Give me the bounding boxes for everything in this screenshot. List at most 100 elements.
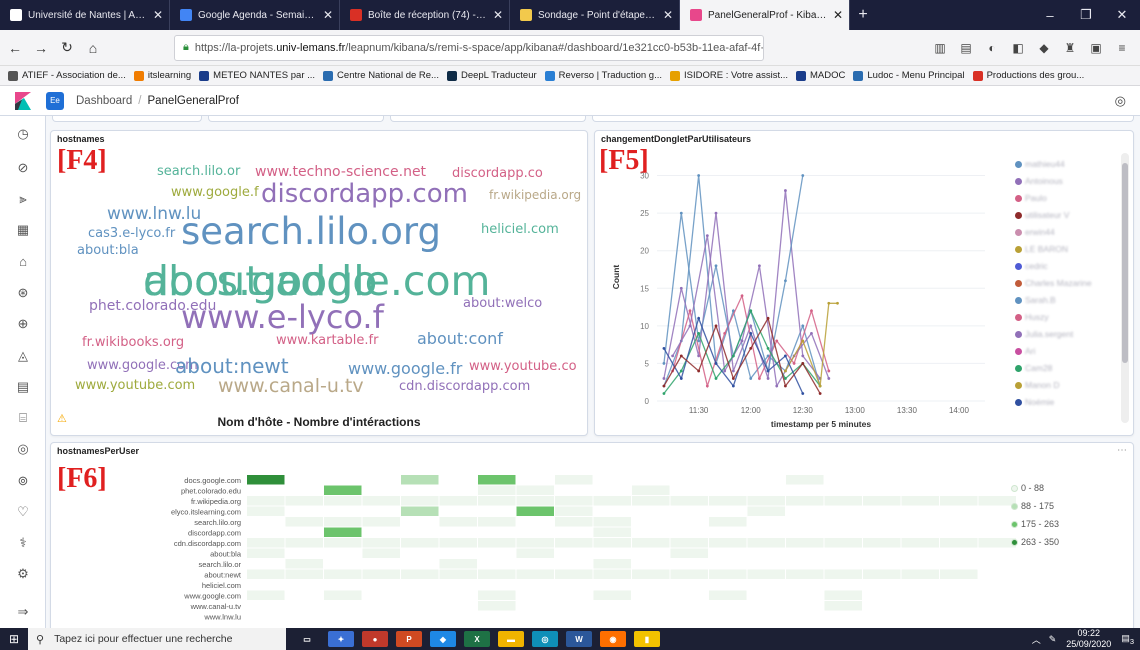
- heatmap-legend-item[interactable]: 88 - 175: [1011, 501, 1054, 511]
- taskbar-app-icon[interactable]: ◎: [532, 631, 558, 647]
- heatmap-legend-item[interactable]: 263 - 350: [1011, 537, 1059, 547]
- tab-close-icon[interactable]: ✕: [153, 8, 163, 22]
- legend-item[interactable]: Manon D: [1015, 380, 1060, 390]
- canvas-icon[interactable]: ⌂: [13, 251, 33, 271]
- container-icon[interactable]: ◆: [1034, 38, 1054, 58]
- management-icon[interactable]: ⚙: [13, 564, 33, 584]
- word-cloud-term[interactable]: about:bla: [77, 244, 139, 257]
- word-cloud-term[interactable]: about:welco: [463, 297, 542, 310]
- word-cloud-term[interactable]: heliciel.com: [481, 223, 559, 236]
- menu-icon[interactable]: ≡: [1112, 38, 1132, 58]
- tab-close-icon[interactable]: ✕: [663, 8, 673, 22]
- legend-item[interactable]: cedric: [1015, 261, 1048, 271]
- legend-item[interactable]: LE BARON: [1015, 244, 1068, 254]
- tab-close-icon[interactable]: ✕: [323, 8, 333, 22]
- word-cloud-term[interactable]: www.youtube.co: [469, 360, 577, 373]
- extension-icon[interactable]: ◐: [982, 38, 1002, 58]
- forward-button[interactable]: →: [30, 37, 52, 59]
- reader-icon[interactable]: ▤: [956, 38, 976, 58]
- library-icon[interactable]: ▥: [930, 38, 950, 58]
- legend-item[interactable]: utilisateur V: [1015, 210, 1069, 220]
- taskbar-app-icon[interactable]: P: [396, 631, 422, 647]
- word-cloud-term[interactable]: www.google.fr: [348, 361, 462, 377]
- bookmark-item[interactable]: itslearning: [133, 70, 191, 81]
- infra-icon[interactable]: ◬: [13, 346, 33, 366]
- panel-options-icon[interactable]: ⋯: [1117, 445, 1127, 456]
- tab-close-icon[interactable]: ✕: [833, 8, 843, 22]
- word-cloud-term[interactable]: search.lilo.or: [157, 165, 240, 178]
- clock-icon[interactable]: ◷: [13, 124, 33, 144]
- url-bar[interactable]: 🔒︎ https://la-projets. univ-lemans.fr/lea…: [174, 34, 764, 61]
- taskbar-app-icon[interactable]: X: [464, 631, 490, 647]
- legend-item[interactable]: Huszy: [1015, 312, 1049, 322]
- legend-item[interactable]: Julia.sergent: [1015, 329, 1073, 339]
- word-cloud-term[interactable]: search.lilo.org: [181, 213, 441, 250]
- word-cloud-term[interactable]: www.google.f: [171, 186, 259, 199]
- maps-icon[interactable]: ⊛: [13, 283, 33, 303]
- user-icon[interactable]: ♜: [1060, 38, 1080, 58]
- taskbar-search[interactable]: ⚲ Tapez ici pour effectuer une recherche: [28, 628, 286, 650]
- devtools-icon[interactable]: ♡: [13, 502, 33, 522]
- url-actions[interactable]: ··· ♥ ☆: [760, 41, 763, 54]
- browser-tab[interactable]: PanelGeneralProf - Kibana ✕: [680, 0, 850, 30]
- visualize-icon[interactable]: ⫸: [13, 189, 33, 209]
- word-cloud-term[interactable]: fr.wikipedia.org: [489, 189, 581, 201]
- browser-tab[interactable]: Université de Nantes | Accueil ✕: [0, 0, 170, 30]
- legend-item[interactable]: Antoinous: [1015, 176, 1063, 186]
- breadcrumb-dashboard[interactable]: Dashboard: [76, 95, 132, 107]
- word-cloud-term[interactable]: www.canal-u.tv: [218, 377, 364, 396]
- word-cloud-term[interactable]: about:addo: [143, 261, 377, 302]
- legend-scrollbar[interactable]: [1121, 153, 1129, 423]
- legend-item[interactable]: Paulo: [1015, 193, 1047, 203]
- bookmark-item[interactable]: DeepL Traducteur: [446, 70, 537, 81]
- taskbar-app-icon[interactable]: ▬: [498, 631, 524, 647]
- taskbar-app-icon[interactable]: W: [566, 631, 592, 647]
- browser-tab[interactable]: Boîte de réception (74) - joelpe ✕: [340, 0, 510, 30]
- word-cloud-term[interactable]: fr.wikibooks.org: [82, 336, 184, 349]
- scrollbar-thumb[interactable]: [1122, 163, 1128, 363]
- taskbar-app-icon[interactable]: ▭: [294, 631, 320, 647]
- notification-icon[interactable]: ▤3: [1121, 633, 1134, 646]
- collapse-nav-icon[interactable]: ⇒: [13, 602, 33, 622]
- taskbar-app-icon[interactable]: ✦: [328, 631, 354, 647]
- kibana-logo[interactable]: [0, 91, 46, 110]
- tab-close-icon[interactable]: ✕: [493, 8, 503, 22]
- word-cloud-term[interactable]: www.kartable.fr: [276, 334, 378, 347]
- word-cloud-term[interactable]: www.youtube.com: [75, 379, 195, 392]
- siem-icon[interactable]: ⊚: [13, 471, 33, 491]
- new-tab-button[interactable]: +: [850, 0, 876, 30]
- windows-start-icon[interactable]: ⊞: [0, 628, 28, 650]
- browser-tab[interactable]: Sondage - Point d'étape Leap ✕: [510, 0, 680, 30]
- minimize-button[interactable]: –: [1032, 0, 1068, 30]
- legend-item[interactable]: Sarah.B: [1015, 295, 1056, 305]
- bookmark-item[interactable]: Ludoc - Menu Principal: [853, 70, 965, 81]
- legend-item[interactable]: Ari: [1015, 346, 1035, 356]
- restore-button[interactable]: ❐: [1068, 0, 1104, 30]
- help-icon[interactable]: ◎: [1115, 93, 1126, 109]
- clock[interactable]: 09:22 25/09/2020: [1066, 628, 1111, 650]
- bookmark-item[interactable]: ISIDORE : Votre assist...: [670, 70, 788, 81]
- word-cloud-term[interactable]: cas3.e-lyco.fr: [88, 227, 175, 240]
- legend-item[interactable]: Noémie: [1015, 397, 1054, 407]
- screenshot-icon[interactable]: ◧: [1008, 38, 1028, 58]
- chevron-up-icon[interactable]: ︿: [1032, 633, 1041, 646]
- bookmark-item[interactable]: ATIEF - Association de...: [8, 70, 126, 81]
- heatmap-legend-item[interactable]: 0 - 88: [1011, 483, 1044, 493]
- word-cloud-term[interactable]: discordapp.com: [261, 181, 468, 207]
- pen-icon[interactable]: ✎: [1049, 634, 1057, 645]
- taskbar-app-icon[interactable]: ◉: [600, 631, 626, 647]
- heatmap-legend-item[interactable]: 175 - 263: [1011, 519, 1059, 529]
- addon-icon[interactable]: ▣: [1086, 38, 1106, 58]
- legend-item[interactable]: erwin44: [1015, 227, 1055, 237]
- monitoring-icon[interactable]: ⚕: [13, 533, 33, 553]
- bookmark-item[interactable]: MADOC: [796, 70, 845, 81]
- space-avatar[interactable]: Ee: [46, 91, 64, 110]
- bookmark-item[interactable]: Reverso | Traduction g...: [544, 70, 662, 81]
- taskbar-app-icon[interactable]: ◆: [430, 631, 456, 647]
- word-cloud-term[interactable]: cdn.discordapp.com: [399, 380, 530, 393]
- close-window-button[interactable]: ✕: [1104, 0, 1140, 30]
- word-cloud-term[interactable]: www.e-lyco.f: [181, 301, 384, 333]
- legend-item[interactable]: mathieu44: [1015, 159, 1065, 169]
- logs-icon[interactable]: ▤: [13, 377, 33, 397]
- browser-tab[interactable]: Google Agenda - Semaine du 2 ✕: [170, 0, 340, 30]
